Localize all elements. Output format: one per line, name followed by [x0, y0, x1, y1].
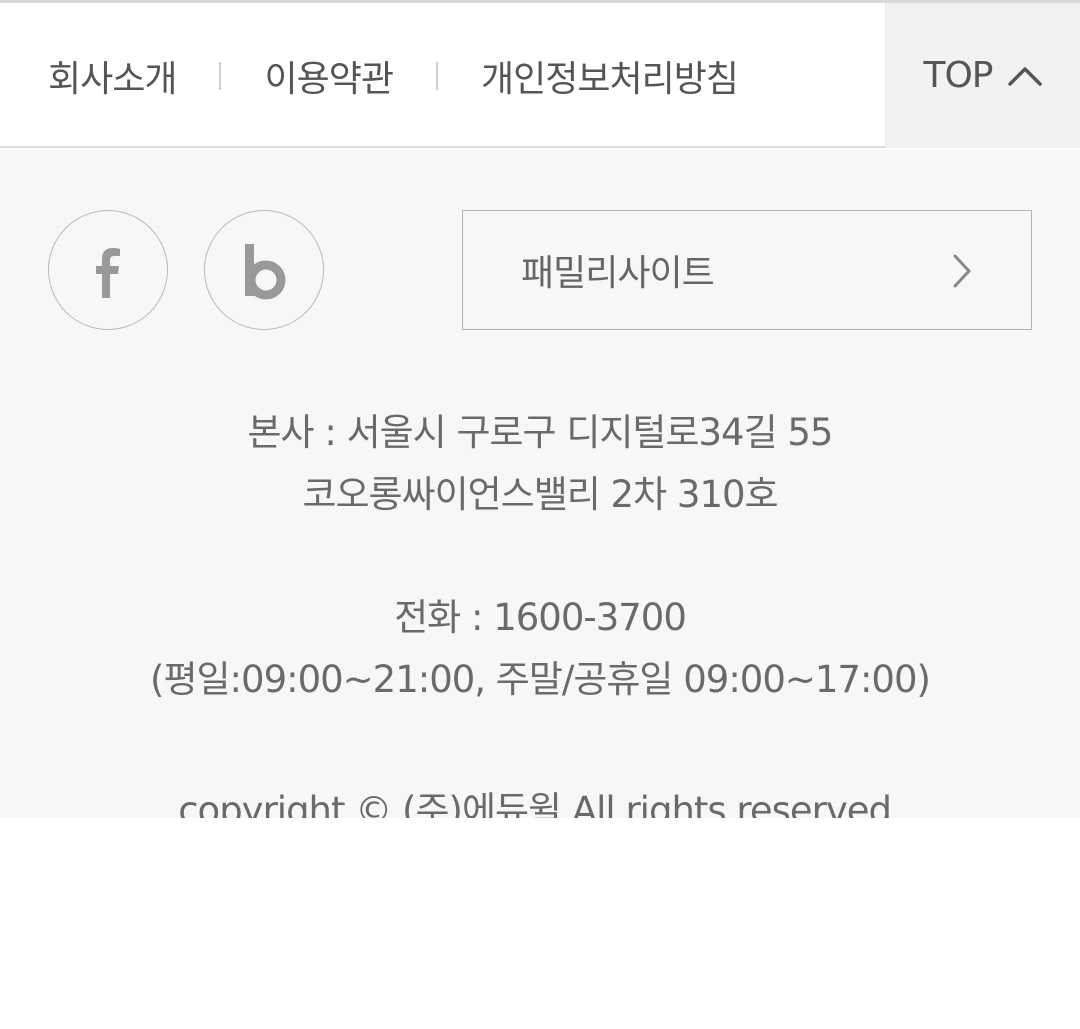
nav-separator — [435, 61, 438, 90]
blog-button[interactable] — [204, 210, 324, 330]
facebook-icon — [96, 248, 120, 298]
family-site-label: 패밀리사이트 — [521, 253, 715, 294]
address-line-1: 본사 : 서울시 구로구 디지털로34길 55 — [247, 411, 834, 454]
copyright-text: copyright © (주)에듀윌 All rights reserved. — [178, 789, 903, 818]
nav-link-terms[interactable]: 이용약관 — [264, 50, 393, 102]
phone-number: 전화 : 1600-3700 — [394, 596, 687, 639]
footer-nav: 회사소개 이용약관 개인정보처리방침 TOP — [0, 3, 1080, 148]
company-contact: 전화 : 1600-3700 (평일:09:00~21:00, 주말/공휴일 0… — [0, 587, 1080, 711]
nav-link-company[interactable]: 회사소개 — [48, 50, 177, 102]
nav-separator — [219, 61, 222, 90]
scroll-top-label: TOP — [923, 55, 993, 96]
address-line-2: 코오롱싸이언스밸리 2차 310호 — [302, 473, 778, 516]
blog-icon — [245, 244, 286, 300]
family-site-select[interactable]: 패밀리사이트 — [462, 210, 1032, 330]
business-hours: (평일:09:00~21:00, 주말/공휴일 09:00~17:00) — [150, 658, 931, 701]
chevron-up-icon — [1007, 66, 1042, 86]
footer-nav-links: 회사소개 이용약관 개인정보처리방침 — [48, 3, 739, 148]
nav-link-privacy[interactable]: 개인정보처리방침 — [481, 50, 739, 102]
scroll-top-button[interactable]: TOP — [885, 3, 1080, 148]
company-address: 본사 : 서울시 구로구 디지털로34길 55 코오롱싸이언스밸리 2차 310… — [0, 402, 1080, 526]
footer-body: 패밀리사이트 본사 : 서울시 구로구 디지털로34길 55 코오롱싸이언스밸리… — [0, 150, 1080, 818]
facebook-button[interactable] — [48, 210, 168, 330]
chevron-right-icon — [953, 254, 971, 288]
